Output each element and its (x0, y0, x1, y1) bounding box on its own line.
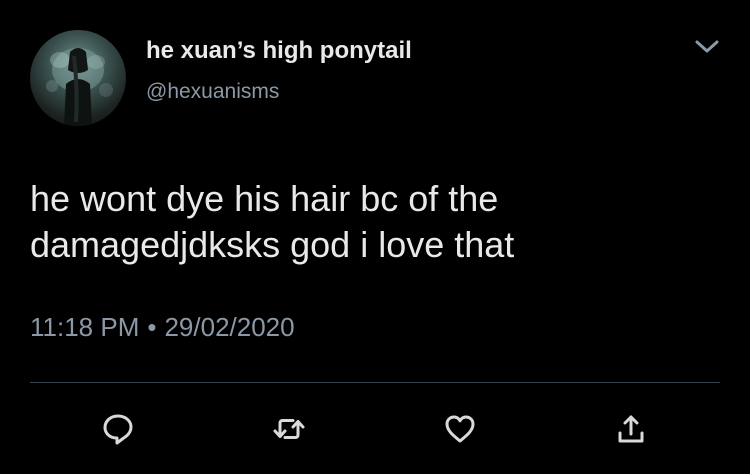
avatar-image (46, 48, 113, 126)
tweet-menu-button[interactable] (690, 34, 724, 60)
reply-button[interactable] (97, 408, 139, 450)
tweet-date[interactable]: 29/02/2020 (164, 312, 294, 342)
user-handle[interactable]: @hexuanisms (146, 80, 279, 104)
divider (30, 382, 720, 383)
action-bar (0, 400, 750, 456)
reply-icon (103, 414, 133, 445)
tweet-text-line: damagedjdksks god i love that (30, 224, 515, 265)
display-name[interactable]: he xuan’s high ponytail (146, 37, 412, 65)
avatar[interactable] (30, 30, 126, 126)
heart-icon (445, 415, 475, 443)
share-button[interactable] (610, 408, 652, 450)
tweet-text: he wont dye his hair bc of the damagedjd… (30, 176, 720, 268)
tweet-text-line: he wont dye his hair bc of the (30, 178, 499, 219)
retweet-icon (273, 419, 305, 439)
tweet-time[interactable]: 11:18 PM (30, 312, 139, 342)
retweet-button[interactable] (268, 408, 310, 450)
chevron-down-icon (695, 40, 719, 53)
tweet-timestamp: 11:18 PM • 29/02/2020 (30, 312, 295, 343)
like-button[interactable] (439, 408, 481, 450)
meta-separator: • (147, 312, 157, 342)
tweet: he xuan’s high ponytail @hexuanisms he w… (0, 0, 750, 474)
share-icon (618, 415, 644, 443)
